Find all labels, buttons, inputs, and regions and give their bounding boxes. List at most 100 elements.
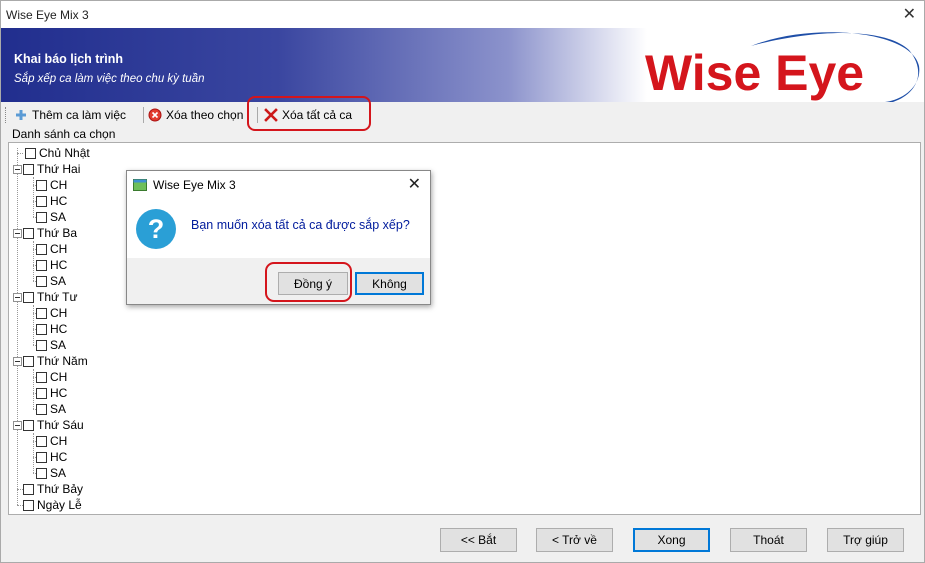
page-title: Khai báo lịch trình <box>14 52 124 66</box>
shift-checkbox[interactable] <box>36 195 47 207</box>
tree-item-shift[interactable]: CH <box>33 241 67 257</box>
shift-checkbox[interactable] <box>36 435 47 447</box>
shift-checkbox[interactable] <box>36 275 47 287</box>
tree-item-shift[interactable]: SA <box>33 337 66 353</box>
confirm-dialog: Wise Eye Mix 3 ✕ ? Bạn muốn xóa tất cả c… <box>126 170 431 305</box>
dialog-message: Bạn muốn xóa tất cả ca được sắp xếp? <box>191 218 410 232</box>
dialog-close-icon[interactable]: ✕ <box>408 174 421 194</box>
tree-item-shift[interactable]: HC <box>33 321 67 337</box>
tree-item-shift[interactable]: SA <box>33 465 66 481</box>
shift-label: SA <box>50 210 67 224</box>
tree-item-shift[interactable]: CH <box>33 369 67 385</box>
wise-eye-logo: Wise Eye <box>645 32 920 102</box>
close-icon[interactable]: ✕ <box>903 4 916 24</box>
yes-button[interactable]: Đồng ý <box>278 272 348 295</box>
delete-all-label: Xóa tất cả ca <box>282 108 353 122</box>
shift-label: CH <box>50 178 68 192</box>
shift-label: SA <box>50 338 67 352</box>
back-button[interactable]: < Trở về <box>536 528 613 552</box>
tree-item-shift[interactable]: SA <box>33 209 66 225</box>
delete-all-button[interactable]: Xóa tất cả ca <box>264 106 352 124</box>
tree-item-shift[interactable]: CH <box>33 433 67 449</box>
tree-connector <box>17 148 18 505</box>
day-label: Thứ Tư <box>37 290 78 304</box>
collapse-icon[interactable] <box>13 357 22 366</box>
tree-item-day[interactable]: Chủ Nhật <box>17 145 90 161</box>
plus-icon <box>16 110 26 120</box>
tree-item-day[interactable]: Thứ Ba <box>23 225 77 241</box>
day-label: Thứ Sáu <box>37 418 84 432</box>
red-x-icon <box>264 108 278 122</box>
window-title: Wise Eye Mix 3 <box>6 8 89 22</box>
tree-item-day[interactable]: Ngày Lễ <box>17 497 82 513</box>
tree-item-day[interactable]: Thứ Tư <box>23 289 78 305</box>
help-button[interactable]: Trợ giúp <box>827 528 904 552</box>
add-shift-button[interactable]: Thêm ca làm việc <box>15 106 126 124</box>
day-checkbox[interactable] <box>23 499 34 511</box>
shift-label: CH <box>50 434 68 448</box>
start-button[interactable]: << Bắt <box>440 528 517 552</box>
shift-checkbox[interactable] <box>36 307 47 319</box>
toolbar-grip[interactable] <box>5 107 8 123</box>
tree-item-shift[interactable]: CH <box>33 305 67 321</box>
day-checkbox[interactable] <box>25 147 36 159</box>
shift-label: SA <box>50 274 67 288</box>
day-checkbox[interactable] <box>23 355 34 367</box>
day-checkbox[interactable] <box>23 483 34 495</box>
collapse-icon[interactable] <box>13 421 22 430</box>
tree-item-day[interactable]: Thứ Sáu <box>23 417 84 433</box>
tree-item-day[interactable]: Thứ Hai <box>23 161 80 177</box>
collapse-icon[interactable] <box>13 165 22 174</box>
day-checkbox[interactable] <box>23 163 34 175</box>
shift-checkbox[interactable] <box>36 323 47 335</box>
tree-item-shift[interactable]: CH <box>33 177 67 193</box>
no-button[interactable]: Không <box>355 272 424 295</box>
tree-item-shift[interactable]: HC <box>33 193 67 209</box>
shift-checkbox[interactable] <box>36 451 47 463</box>
toolbar: Thêm ca làm việc Xóa theo chọn Xóa tất c… <box>1 102 924 128</box>
tree-item-day[interactable]: Thứ Bảy <box>17 481 83 497</box>
collapse-icon[interactable] <box>13 293 22 302</box>
page-subtitle: Sắp xếp ca làm việc theo chu kỳ tuần <box>14 73 205 85</box>
delete-selected-button[interactable]: Xóa theo chọn <box>148 106 243 124</box>
shift-label: CH <box>50 370 68 384</box>
shift-label: HC <box>50 258 68 272</box>
app-icon <box>133 179 147 191</box>
shift-list-label: Danh sánh ca chọn <box>12 127 116 141</box>
day-checkbox[interactable] <box>23 291 34 303</box>
shift-checkbox[interactable] <box>36 259 47 271</box>
shift-checkbox[interactable] <box>36 243 47 255</box>
shift-checkbox[interactable] <box>36 211 47 223</box>
tree-item-shift[interactable]: HC <box>33 449 67 465</box>
shift-checkbox[interactable] <box>36 339 47 351</box>
dialog-title-bar: Wise Eye Mix 3 ✕ <box>127 171 430 198</box>
day-label: Thứ Bảy <box>37 482 84 496</box>
day-checkbox[interactable] <box>23 227 34 239</box>
shift-checkbox[interactable] <box>36 387 47 399</box>
exit-button[interactable]: Thoát <box>730 528 807 552</box>
shift-checkbox[interactable] <box>36 179 47 191</box>
tree-item-shift[interactable]: SA <box>33 273 66 289</box>
dialog-body: ? Bạn muốn xóa tất cả ca được sắp xếp? <box>127 198 430 258</box>
day-label: Chủ Nhật <box>39 146 90 160</box>
day-checkbox[interactable] <box>23 419 34 431</box>
tree-item-day[interactable]: Thứ Năm <box>23 353 88 369</box>
shift-checkbox[interactable] <box>36 403 47 415</box>
toolbar-separator <box>143 107 144 123</box>
toolbar-separator <box>257 107 258 123</box>
shift-checkbox[interactable] <box>36 371 47 383</box>
collapse-icon[interactable] <box>13 229 22 238</box>
day-label: Thứ Năm <box>37 354 88 368</box>
tree-item-shift[interactable]: HC <box>33 385 67 401</box>
shift-label: SA <box>50 402 67 416</box>
shift-checkbox[interactable] <box>36 467 47 479</box>
add-shift-label: Thêm ca làm việc <box>32 108 127 122</box>
shift-label: HC <box>50 322 68 336</box>
shift-label: SA <box>50 466 67 480</box>
delete-selected-label: Xóa theo chọn <box>166 108 244 122</box>
done-button[interactable]: Xong <box>633 528 710 552</box>
tree-item-shift[interactable]: HC <box>33 257 67 273</box>
tree-item-shift[interactable]: SA <box>33 401 66 417</box>
day-label: Thứ Ba <box>37 226 78 240</box>
day-label: Thứ Hai <box>37 162 81 176</box>
